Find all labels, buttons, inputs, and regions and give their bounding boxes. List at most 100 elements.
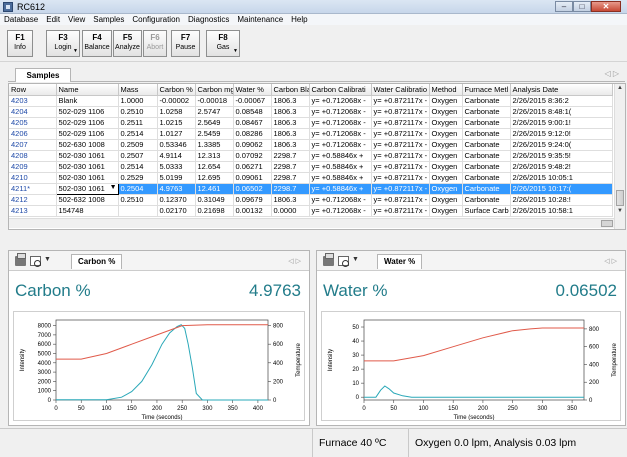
table-cell[interactable]: 502-632 1008 [56, 194, 119, 206]
scroll-up-icon[interactable]: ▲ [615, 85, 625, 91]
table-cell[interactable]: 1.3385 [195, 139, 234, 151]
table-row[interactable]: 4206 502-029 1106 0.2514 1.0127 2.5459 0.0828… [9, 128, 613, 140]
table-cell[interactable]: 502-030 1061 [56, 161, 119, 173]
login-button[interactable]: F3 Login ▼ [46, 30, 80, 57]
table-cell[interactable]: Blank [56, 95, 119, 107]
table-cell[interactable]: 0.06502 [233, 183, 272, 195]
table-cell[interactable]: 0.2529 [118, 172, 158, 184]
close-button[interactable]: ✕ [591, 1, 621, 12]
table-cell[interactable]: 12.654 [195, 161, 234, 173]
horizontal-scroll-thumb[interactable] [601, 220, 613, 227]
table-cell[interactable]: 12.313 [195, 150, 234, 162]
row-number-cell[interactable]: 4210 [9, 172, 57, 184]
table-cell[interactable]: y= +0.712068x - [309, 128, 372, 140]
table-cell[interactable]: Surface Carb [462, 205, 511, 217]
menu-view[interactable]: View [64, 14, 89, 25]
row-number-cell[interactable]: 4213 [9, 205, 57, 217]
table-cell[interactable]: y= +0.58846x + [309, 172, 372, 184]
table-row[interactable]: 4213 154748 0.02170 0.21698 0.00132 0.0000 y= … [9, 205, 613, 217]
table-cell[interactable]: 1806.3 [271, 194, 310, 206]
table-cell[interactable]: Oxygen [429, 117, 463, 129]
tab-scroll-arrows[interactable]: ◁ ▷ [604, 69, 619, 78]
table-cell[interactable]: 0.2509 [118, 139, 158, 151]
table-cell[interactable]: 2/26/2015 10:05:1 [510, 172, 613, 184]
table-cell[interactable]: 0.09061 [233, 172, 272, 184]
horizontal-scrollbar[interactable] [9, 218, 614, 228]
table-cell[interactable]: 2298.7 [271, 161, 310, 173]
table-cell[interactable]: 0.2507 [118, 150, 158, 162]
table-row[interactable]: 4212 502-632 1008 0.2510 0.12370 0.31049 0.09… [9, 194, 613, 206]
table-cell[interactable]: Oxygen [429, 205, 463, 217]
printer-icon[interactable] [323, 253, 334, 266]
panel-tab-arrows[interactable]: ◁ ▷ [288, 257, 301, 265]
table-cell[interactable]: Oxygen [429, 128, 463, 140]
table-cell[interactable]: -0.00067 [233, 95, 272, 107]
table-cell[interactable]: y= +0.872117x - [371, 183, 430, 195]
table-cell[interactable]: Oxygen [429, 172, 463, 184]
table-cell[interactable]: 1.0127 [157, 128, 196, 140]
table-cell[interactable]: y= +0.712068x - [309, 106, 372, 118]
table-cell[interactable]: 0.08467 [233, 117, 272, 129]
table-cell[interactable]: 2.5747 [195, 106, 234, 118]
menu-samples[interactable]: Samples [89, 14, 128, 25]
vertical-scroll-thumb[interactable] [616, 190, 624, 206]
table-cell[interactable]: 154748 [56, 205, 119, 217]
tab-carbon[interactable]: Carbon % [71, 254, 123, 269]
table-cell[interactable]: 0.2510 [118, 194, 158, 206]
table-cell[interactable]: 502-030 1061 [56, 172, 119, 184]
table-cell[interactable]: 2/26/2015 10:17:( [510, 183, 613, 195]
column-header[interactable]: Mass [118, 84, 158, 96]
column-header[interactable]: Carbon Calibrati [309, 84, 372, 96]
column-header[interactable]: Water Calibratio [371, 84, 430, 96]
row-number-cell[interactable]: 4205 [9, 117, 57, 129]
column-header[interactable]: Carbon mg [195, 84, 234, 96]
table-cell[interactable]: y= +0.872117x - [371, 161, 430, 173]
table-cell[interactable]: y= +0.712068x - [309, 194, 372, 206]
table-row[interactable]: 4209 502-030 1061 0.2514 5.0333 12.654 0.0627… [9, 161, 613, 173]
tab-samples[interactable]: Samples [15, 68, 71, 82]
table-cell[interactable]: 1.0000 [118, 95, 158, 107]
table-cell[interactable]: y= +0.872117x - [371, 172, 430, 184]
table-cell[interactable]: 2/26/2015 9:00:1! [510, 117, 613, 129]
menu-database[interactable]: Database [0, 14, 42, 25]
table-cell[interactable]: Oxygen [429, 106, 463, 118]
row-number-cell[interactable]: 4209 [9, 161, 57, 173]
table-cell[interactable]: 0.09679 [233, 194, 272, 206]
table-cell[interactable]: 2/26/2015 9:35:5! [510, 150, 613, 162]
table-cell[interactable]: Carbonate [462, 194, 511, 206]
table-cell[interactable]: 1806.3 [271, 106, 310, 118]
minimize-button[interactable]: – [555, 1, 573, 12]
row-number-cell[interactable]: 4206 [9, 128, 57, 140]
table-cell[interactable]: 0.21698 [195, 205, 234, 217]
table-cell[interactable]: 0.31049 [195, 194, 234, 206]
print-preview-icon[interactable] [30, 256, 41, 267]
panel-tab-arrows[interactable]: ◁ ▷ [604, 257, 617, 265]
table-cell[interactable]: Carbonate [462, 150, 511, 162]
table-cell[interactable]: y= +0.712068x - [309, 205, 372, 217]
table-cell[interactable]: y= +0.58846x + [309, 150, 372, 162]
table-cell[interactable]: 0.2514 [118, 128, 158, 140]
column-header[interactable]: Row [9, 84, 57, 96]
column-header[interactable]: Carbon Blan [271, 84, 310, 96]
table-cell[interactable]: 2/26/2015 9:12:0! [510, 128, 613, 140]
vertical-scrollbar[interactable]: ▲ ▼ [614, 84, 625, 229]
row-number-cell[interactable]: 4204 [9, 106, 57, 118]
table-cell[interactable]: 502-630 1008 [56, 139, 119, 151]
table-cell[interactable]: 4.9763 [157, 183, 196, 195]
table-cell[interactable]: 1806.3 [271, 95, 310, 107]
table-cell[interactable]: 0.53346 [157, 139, 196, 151]
column-header[interactable]: Analysis Date [510, 84, 613, 96]
table-cell[interactable]: Oxygen [429, 161, 463, 173]
maximize-button[interactable]: □ [573, 1, 591, 12]
table-cell[interactable]: 2298.7 [271, 172, 310, 184]
column-header[interactable]: Carbon % [157, 84, 196, 96]
table-cell[interactable]: 1806.3 [271, 128, 310, 140]
table-cell[interactable]: 0.2511 [118, 117, 158, 129]
row-number-cell[interactable]: 4207 [9, 139, 57, 151]
table-cell[interactable]: Carbonate [462, 128, 511, 140]
table-cell[interactable]: 0.07092 [233, 150, 272, 162]
table-row[interactable]: 4203 Blank 1.0000 -0.00002 -0.00018 -0.00067 1… [9, 95, 613, 107]
table-cell[interactable]: Carbonate [462, 95, 511, 107]
table-cell[interactable]: 2.5459 [195, 128, 234, 140]
panel-menu-icon[interactable]: ▼ [352, 256, 359, 263]
